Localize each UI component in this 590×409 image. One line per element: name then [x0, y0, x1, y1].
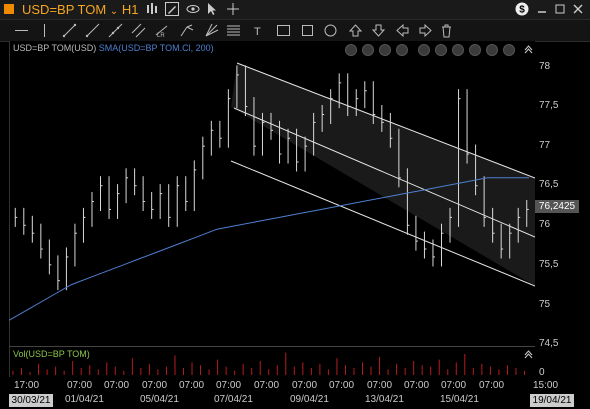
svg-text:LR: LR — [157, 33, 165, 38]
rectangle-tool-icon[interactable] — [276, 23, 291, 38]
draw-pencil-icon[interactable] — [165, 2, 179, 16]
time-tick-label: 07:00 — [292, 380, 318, 391]
nav-prev-button[interactable] — [362, 44, 374, 56]
nav-first-button[interactable] — [345, 44, 357, 56]
eye-icon[interactable] — [186, 2, 200, 16]
price-tick-label: 76,5 — [539, 179, 559, 190]
fit-button[interactable] — [469, 44, 481, 56]
time-tick-label: 07:00 — [329, 380, 355, 391]
symbol-name[interactable]: USD=BP TOM — [22, 2, 106, 17]
svg-text:$: $ — [519, 5, 525, 16]
time-tick-label: 07:00 — [216, 380, 242, 391]
collapse-up-icon[interactable] — [524, 45, 533, 54]
time-tick-label-end: 15:00 — [533, 380, 559, 391]
time-tick-label: 07:00 — [104, 380, 130, 391]
expand-button[interactable] — [486, 44, 498, 56]
trash-icon[interactable] — [439, 23, 454, 38]
price-tick-label: 75 — [539, 299, 551, 310]
gann-fan-tool-icon[interactable] — [204, 23, 219, 38]
zoom-out-button[interactable] — [435, 44, 447, 56]
drawing-toolbar: LR T — [0, 20, 590, 42]
price-tick-label: 78 — [539, 61, 551, 72]
volume-legend: Vol(USD=BP TOM) — [13, 349, 90, 359]
ray-tool-icon[interactable] — [85, 23, 100, 38]
symbol-title[interactable]: USD=BP TOM ⌄ H1 — [22, 1, 138, 20]
channel-fill — [231, 63, 535, 286]
collapse-up-icon-volume[interactable] — [524, 350, 533, 359]
time-tick-label: 07:00 — [479, 380, 505, 391]
trend-line-tool-icon[interactable] — [62, 23, 77, 38]
timeframe-label[interactable]: H1 — [122, 2, 139, 17]
nav-next-button[interactable] — [379, 44, 391, 56]
date-tick-label: 05/04/21 — [140, 394, 179, 405]
price-chart-area[interactable] — [8, 41, 536, 377]
date-tick-label: 13/04/21 — [365, 394, 404, 405]
price-tick-label: 74,5 — [539, 338, 559, 349]
chevron-down-icon[interactable]: ⌄ — [110, 6, 118, 17]
pitchfork-tool-icon[interactable] — [179, 23, 194, 38]
time-tick-label: 17:00 — [14, 380, 40, 391]
price-tick-label: 77,5 — [539, 100, 559, 111]
arrow-down-tool-icon[interactable] — [371, 23, 386, 38]
restore-icon[interactable] — [553, 2, 567, 16]
price-chart-svg[interactable] — [8, 41, 536, 377]
top-bar: USD=BP TOM ⌄ H1 $ — [0, 0, 590, 20]
time-axis: 17:00 07:00 07:00 07:00 07:00 07:00 07:0… — [9, 377, 558, 409]
time-tick-label: 07:00 — [179, 380, 205, 391]
dollar-icon[interactable]: $ — [515, 2, 529, 16]
zoom-in-button[interactable] — [418, 44, 430, 56]
cursor-icon[interactable] — [205, 2, 219, 16]
svg-text:T: T — [254, 26, 261, 38]
price-tick-label: 76 — [539, 219, 551, 230]
extended-line-tool-icon[interactable] — [108, 23, 123, 38]
scroll-left-button[interactable] — [452, 44, 464, 56]
time-tick-label: 07:00 — [441, 380, 467, 391]
arrow-up-tool-icon[interactable] — [348, 23, 363, 38]
date-tick-label: 01/04/21 — [65, 394, 104, 405]
crosshair-icon[interactable] — [226, 2, 240, 16]
vertical-line-tool-icon[interactable] — [37, 23, 52, 38]
nav-last-button[interactable] — [396, 44, 408, 56]
date-tick-label: 09/04/21 — [290, 394, 329, 405]
time-tick-label: 07:00 — [254, 380, 280, 391]
current-price-marker: 76,2425 — [535, 200, 579, 213]
start-date-marker: 30/03/21 — [9, 394, 53, 407]
time-tick-label: 07:00 — [67, 380, 93, 391]
horizontal-line-tool-icon[interactable] — [14, 23, 29, 38]
linear-regression-tool-icon[interactable]: LR — [154, 23, 169, 38]
scroll-right-button[interactable] — [503, 44, 515, 56]
minimize-icon[interactable] — [535, 2, 549, 16]
date-tick-label: 07/04/21 — [214, 394, 253, 405]
price-tick-label: 77 — [539, 140, 551, 151]
price-tick-label: 75,5 — [539, 259, 559, 270]
legend-symbol: USD=BP TOM(USD) — [13, 43, 97, 53]
time-tick-label: 07:00 — [404, 380, 430, 391]
legend-sma: SMA(USD=BP TOM.Cl, 200) — [98, 43, 214, 53]
square-tool-icon[interactable] — [300, 23, 315, 38]
end-date-marker: 19/04/21 — [530, 394, 574, 407]
date-tick-label: 15/04/21 — [440, 394, 479, 405]
channel-tool-icon[interactable] — [131, 23, 146, 38]
volume-zero-label: 0 — [539, 367, 545, 378]
fibonacci-tool-icon[interactable] — [226, 23, 241, 38]
arrow-left-tool-icon[interactable] — [395, 23, 410, 38]
chart-legend: USD=BP TOM(USD) SMA(USD=BP TOM.Cl, 200) — [13, 43, 214, 53]
close-icon[interactable] — [571, 2, 585, 16]
symbol-color-swatch — [4, 4, 14, 14]
candlestick-type-icon[interactable] — [145, 2, 159, 16]
price-axis: 78 77,5 77 76,5 76 75,5 75 74,5 0 — [535, 41, 590, 391]
time-tick-label: 07:00 — [142, 380, 168, 391]
time-tick-label: 07:00 — [367, 380, 393, 391]
arrow-right-tool-icon[interactable] — [418, 23, 433, 38]
ellipse-tool-icon[interactable] — [323, 23, 338, 38]
text-tool-icon[interactable]: T — [251, 23, 266, 38]
